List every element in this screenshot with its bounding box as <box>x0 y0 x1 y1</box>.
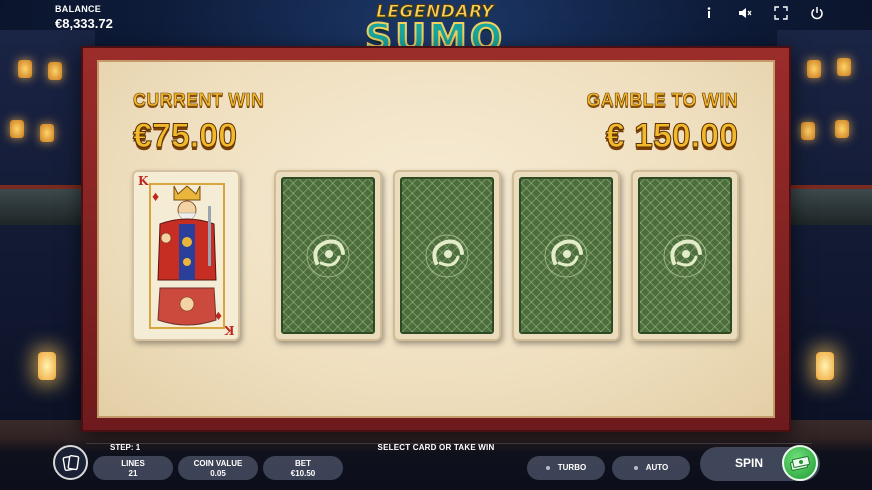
gamble-to-win-value: € 150.00 <box>605 117 738 156</box>
turbo-label: TURBO <box>557 463 587 472</box>
lines-display: LINES 21 <box>93 456 173 480</box>
bet-value: €10.50 <box>290 469 316 478</box>
card-back-pattern <box>519 177 613 334</box>
hidden-card-1[interactable] <box>274 170 382 341</box>
sumo-emblem-icon <box>663 234 707 277</box>
building-window <box>801 122 815 140</box>
gamble-cards-button[interactable] <box>53 445 88 480</box>
building-window <box>18 60 32 78</box>
hidden-card-3[interactable] <box>512 170 620 341</box>
auto-label: AUTO <box>645 463 669 472</box>
lines-value: 21 <box>128 469 138 478</box>
info-icon[interactable] <box>702 6 716 20</box>
spin-button[interactable] <box>782 445 818 481</box>
building-window <box>10 120 24 138</box>
mute-icon[interactable] <box>738 6 752 20</box>
balance-label: BALANCE <box>55 4 102 14</box>
spin-label: SPIN <box>735 456 764 470</box>
auto-toggle-indicator <box>633 465 638 470</box>
lines-label: LINES <box>121 459 145 468</box>
fullscreen-icon[interactable] <box>774 6 788 20</box>
balance-value: €8,333.72 <box>55 16 113 31</box>
card-back-pattern <box>281 177 375 334</box>
building-window <box>48 62 62 80</box>
sumo-emblem-icon <box>544 234 588 277</box>
current-win-value: €75.00 <box>133 117 238 156</box>
building-window <box>837 58 851 76</box>
building-window <box>40 124 54 142</box>
lantern-left <box>38 352 56 380</box>
hidden-card-2[interactable] <box>393 170 501 341</box>
hidden-card-4[interactable] <box>631 170 739 341</box>
bet-display: BET €10.50 <box>263 456 343 480</box>
card-back-pattern <box>400 177 494 334</box>
sumo-emblem-icon <box>306 234 350 277</box>
coin-value-label: COIN VALUE <box>193 459 243 468</box>
coin-value-display: COIN VALUE 0.05 <box>178 456 258 480</box>
turbo-button[interactable]: TURBO <box>527 456 605 480</box>
building-window <box>835 120 849 138</box>
dealer-card-king-diamonds: K ♦ K ♦ <box>132 170 240 341</box>
turbo-toggle-indicator <box>545 465 550 470</box>
sumo-emblem-icon <box>425 234 469 277</box>
lantern-right <box>816 352 834 380</box>
gamble-to-win-label: GAMBLE TO WIN <box>586 90 738 111</box>
king-figure-icon <box>149 183 225 329</box>
auto-button[interactable]: AUTO <box>612 456 690 480</box>
building-window <box>807 60 821 78</box>
coin-value: 0.05 <box>210 469 226 478</box>
top-toolbar <box>702 6 824 20</box>
current-win-label: CURRENT WIN <box>133 90 265 111</box>
power-icon[interactable] <box>810 6 824 20</box>
money-stack-icon <box>790 456 810 471</box>
cards-icon <box>62 454 79 471</box>
bet-label: BET <box>295 459 311 468</box>
card-back-pattern <box>638 177 732 334</box>
